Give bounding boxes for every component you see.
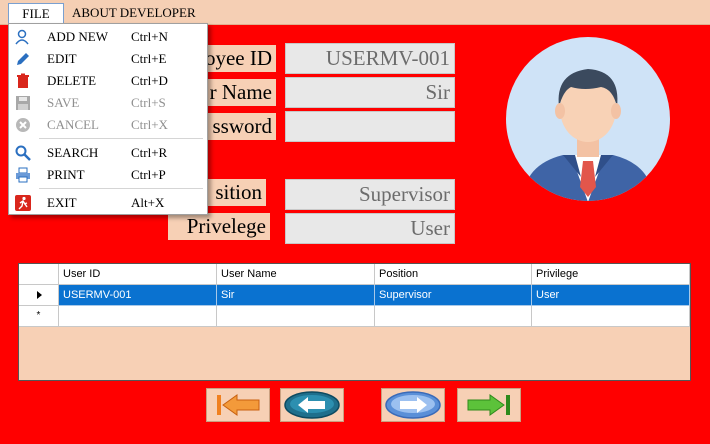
menu-separator	[39, 188, 203, 189]
last-record-button[interactable]	[457, 388, 521, 422]
last-record-icon	[467, 394, 510, 416]
menu-separator	[39, 138, 203, 139]
exit-icon	[15, 195, 31, 211]
menu-bar: FILE ABOUT DEVELOPER	[0, 0, 710, 25]
user-name-label: r Name	[196, 79, 276, 106]
menu-item-cancel[interactable]: CANCEL Ctrl+X	[9, 114, 207, 136]
column-header-user-id[interactable]: User ID	[59, 264, 217, 285]
menu-item-exit[interactable]: EXIT Alt+X	[9, 192, 207, 214]
column-header-user-name[interactable]: User Name	[217, 264, 375, 285]
menu-item-delete[interactable]: DELETE Ctrl+D	[9, 70, 207, 92]
new-cell-position[interactable]	[375, 306, 532, 327]
table-row[interactable]: USERMV-001 Sir Supervisor User	[19, 285, 690, 306]
user-name-field[interactable]: Sir	[285, 77, 455, 108]
privilege-label: Privelege	[168, 213, 270, 240]
first-record-button[interactable]	[206, 388, 270, 422]
column-header-position[interactable]: Position	[375, 264, 532, 285]
column-header-privilege[interactable]: Privilege	[532, 264, 690, 285]
password-field[interactable]	[285, 111, 455, 142]
row-header-corner	[19, 264, 59, 285]
privilege-field[interactable]: User	[285, 213, 455, 244]
new-row[interactable]: *	[19, 306, 690, 327]
first-record-icon	[217, 394, 260, 416]
employee-id-label: oyee ID	[196, 45, 276, 72]
search-icon	[15, 145, 31, 161]
menu-item-save[interactable]: SAVE Ctrl+S	[9, 92, 207, 114]
cancel-icon	[15, 117, 31, 133]
previous-record-button[interactable]	[280, 388, 344, 422]
cell-user-id[interactable]: USERMV-001	[59, 285, 217, 306]
file-menu-dropdown: ADD NEW Ctrl+N EDIT Ctrl+E DELETE Ctrl+D…	[8, 23, 208, 215]
employee-id-field[interactable]: USERMV-001	[285, 43, 455, 74]
current-row-arrow-icon[interactable]	[19, 285, 59, 306]
pencil-icon	[15, 51, 31, 67]
menu-item-print[interactable]: PRINT Ctrl+P	[9, 164, 207, 186]
trash-icon	[15, 73, 31, 89]
next-record-icon	[385, 391, 441, 419]
cell-user-name[interactable]: Sir	[217, 285, 375, 306]
print-icon	[15, 167, 31, 183]
menu-item-edit[interactable]: EDIT Ctrl+E	[9, 48, 207, 70]
avatar	[493, 37, 683, 202]
new-cell-user-id[interactable]	[59, 306, 217, 327]
password-label: ssword	[196, 113, 276, 140]
grid-header-row: User ID User Name Position Privilege	[19, 264, 690, 285]
floppy-icon	[15, 95, 31, 111]
cell-privilege[interactable]: User	[532, 285, 690, 306]
new-row-marker: *	[19, 306, 59, 327]
cell-position[interactable]: Supervisor	[375, 285, 532, 306]
add-user-icon	[15, 29, 31, 45]
menu-item-search[interactable]: SEARCH Ctrl+R	[9, 142, 207, 164]
previous-record-icon	[284, 391, 340, 419]
menu-item-add-new[interactable]: ADD NEW Ctrl+N	[9, 26, 207, 48]
new-cell-privilege[interactable]	[532, 306, 690, 327]
next-record-button[interactable]	[381, 388, 445, 422]
menu-file[interactable]: FILE	[8, 3, 64, 24]
new-cell-user-name[interactable]	[217, 306, 375, 327]
menu-about-developer[interactable]: ABOUT DEVELOPER	[66, 3, 202, 23]
users-grid[interactable]: User ID User Name Position Privilege USE…	[18, 263, 691, 381]
position-field[interactable]: Supervisor	[285, 179, 455, 210]
